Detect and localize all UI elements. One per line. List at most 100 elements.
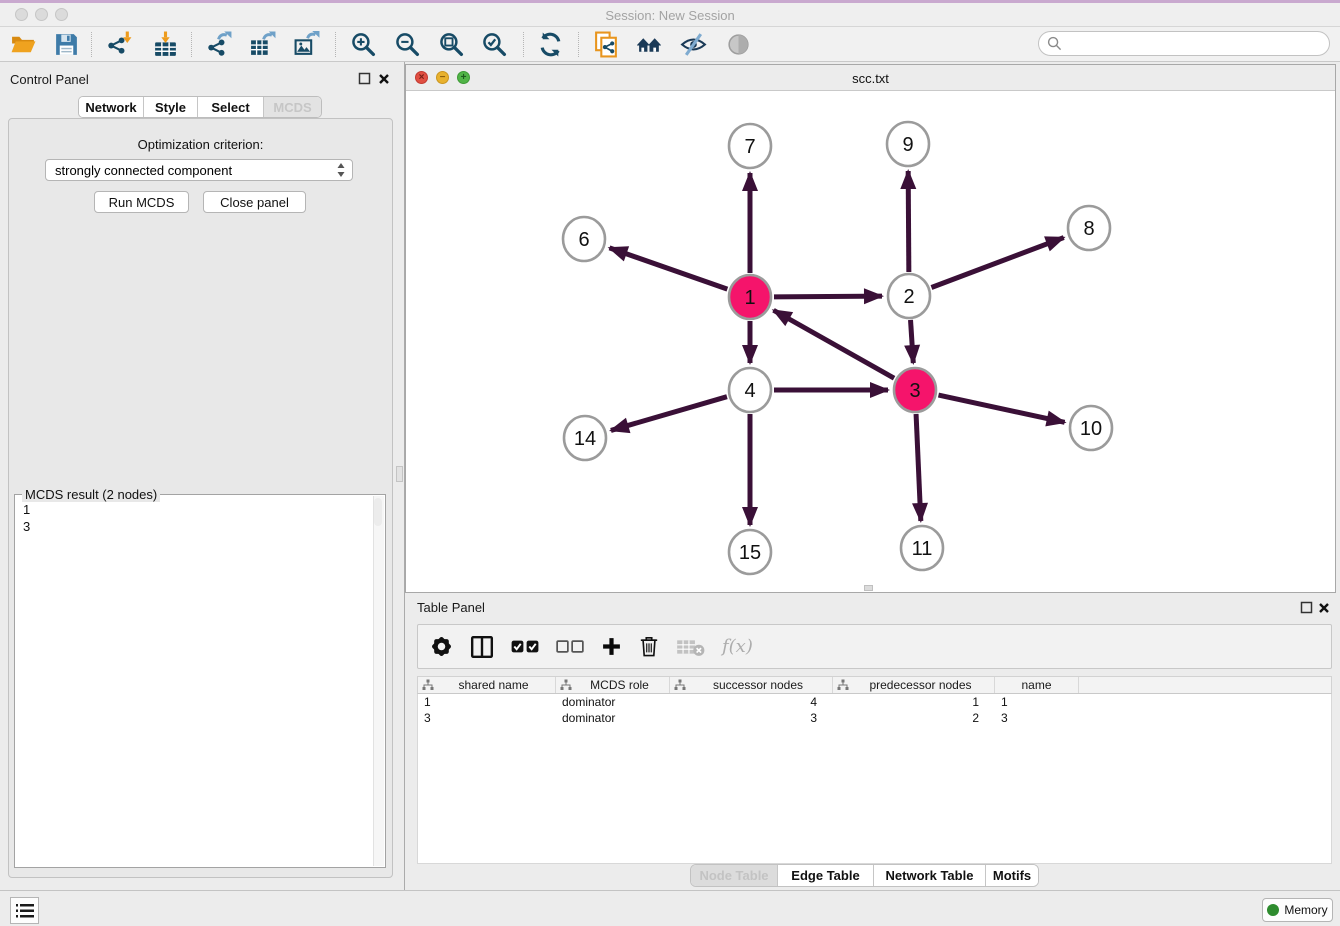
node-15[interactable]: 15 [729,530,771,574]
zoom-selected-icon[interactable] [478,28,510,60]
edge-1-2[interactable] [774,296,882,297]
cell-MCDS-role[interactable]: dominator [556,710,670,726]
settings-icon[interactable] [430,632,453,662]
show-column-icon[interactable] [470,632,494,662]
node-label: 15 [739,542,761,564]
open-session-icon[interactable] [7,28,39,60]
table-row[interactable]: 3dominator323 [418,710,1331,726]
fit-content-icon[interactable] [435,28,467,60]
edge-1-6[interactable] [609,248,727,289]
table-panel-float-icon[interactable] [1300,601,1313,619]
delete-table-icon[interactable] [676,632,705,662]
column-header-MCDS-role[interactable]: MCDS role [556,677,670,693]
hide-selected-icon[interactable] [677,28,709,60]
optimization-criterion-dropdown[interactable]: strongly connected component [45,159,353,181]
toolbar-separator [191,32,192,57]
edge-2-8[interactable] [931,238,1063,288]
zoom-in-icon[interactable] [347,28,379,60]
node-label: 11 [912,538,933,560]
cell-successor-nodes[interactable]: 4 [670,694,833,710]
cell-shared-name[interactable]: 1 [418,694,556,710]
panel-splitter-handle[interactable] [396,466,403,482]
node-4[interactable]: 4 [729,368,771,412]
column-header-name[interactable]: name [995,677,1079,693]
edge-3-1[interactable] [774,310,895,378]
table-toolbar: f(x) [417,624,1332,669]
tab-mcds[interactable]: MCDS [264,97,321,117]
import-table-icon[interactable] [149,28,181,60]
mcds-result-box: 13 [14,494,386,868]
add-row-icon[interactable] [601,632,622,662]
table-panel-close-icon[interactable] [1318,601,1330,619]
show-all-icon[interactable] [722,28,754,60]
control-panel-close-icon[interactable] [378,72,390,90]
toolbar-separator [523,32,524,57]
save-session-icon[interactable] [50,28,82,60]
mcds-result-title: MCDS result (2 nodes) [22,487,160,502]
node-11[interactable]: 11 [901,526,943,570]
dropdown-arrows-icon [336,162,346,178]
tab-node-table[interactable]: Node Table [691,865,778,886]
new-network-from-selection-icon[interactable] [590,28,622,60]
node-9[interactable]: 9 [887,122,929,166]
tab-network-table[interactable]: Network Table [874,865,986,886]
node-6[interactable]: 6 [563,217,605,261]
cell-predecessor-nodes[interactable]: 2 [833,710,995,726]
node-label: 14 [574,428,596,450]
node-2[interactable]: 2 [888,274,930,318]
cell-predecessor-nodes[interactable]: 1 [833,694,995,710]
search-input[interactable] [1067,34,1329,54]
table-body[interactable]: 1dominator4113dominator323 [417,694,1332,864]
function-builder-icon[interactable]: f(x) [722,632,753,662]
list-icon [15,902,35,920]
node-7[interactable]: 7 [729,124,771,168]
deselect-all-rows-icon[interactable] [556,632,584,662]
select-all-rows-icon[interactable] [511,632,539,662]
main-toolbar [0,27,1340,62]
node-1[interactable]: 1 [729,275,771,319]
delete-row-icon[interactable] [639,632,659,662]
tab-edge-table[interactable]: Edge Table [778,865,874,886]
close-panel-button[interactable]: Close panel [203,191,306,213]
import-network-icon[interactable] [103,28,135,60]
edge-2-9[interactable] [908,171,909,272]
result-scrollbar[interactable] [373,496,384,866]
node-3[interactable]: 3 [894,368,936,412]
tab-motifs[interactable]: Motifs [986,865,1038,886]
column-header-shared-name[interactable]: shared name [418,677,556,693]
edge-4-14[interactable] [611,397,727,431]
node-label: 1 [744,287,755,309]
cell-name[interactable]: 1 [995,694,1079,710]
tab-network[interactable]: Network [79,97,144,117]
node-10[interactable]: 10 [1070,406,1112,450]
export-image-icon[interactable] [290,28,322,60]
control-panel-tabs: NetworkStyleSelectMCDS [78,96,322,118]
table-row[interactable]: 1dominator411 [418,694,1331,710]
edge-3-11[interactable] [916,414,921,521]
cell-name[interactable]: 3 [995,710,1079,726]
run-mcds-button[interactable]: Run MCDS [94,191,189,213]
first-neighbors-icon[interactable] [633,28,665,60]
edge-3-10[interactable] [938,395,1064,422]
refresh-icon[interactable] [534,28,566,60]
cell-shared-name[interactable]: 3 [418,710,556,726]
canvas-splitter-handle[interactable] [864,585,873,591]
task-history-button[interactable] [10,897,39,924]
cell-MCDS-role[interactable]: dominator [556,694,670,710]
memory-button[interactable]: Memory [1262,898,1333,922]
node-8[interactable]: 8 [1068,206,1110,250]
tab-select[interactable]: Select [198,97,264,117]
control-panel-float-icon[interactable] [358,72,371,90]
search-box[interactable] [1038,31,1330,56]
export-network-icon[interactable] [203,28,235,60]
export-table-icon[interactable] [246,28,278,60]
column-header-predecessor-nodes[interactable]: predecessor nodes [833,677,995,693]
edge-2-3[interactable] [911,320,914,363]
network-canvas[interactable]: 7 9 6 8 1 2 4 3 14 10 15 11 [406,91,1335,592]
tab-style[interactable]: Style [144,97,198,117]
search-icon [1047,36,1062,51]
node-14[interactable]: 14 [564,416,606,460]
cell-successor-nodes[interactable]: 3 [670,710,833,726]
zoom-out-icon[interactable] [391,28,423,60]
column-header-successor-nodes[interactable]: successor nodes [670,677,833,693]
